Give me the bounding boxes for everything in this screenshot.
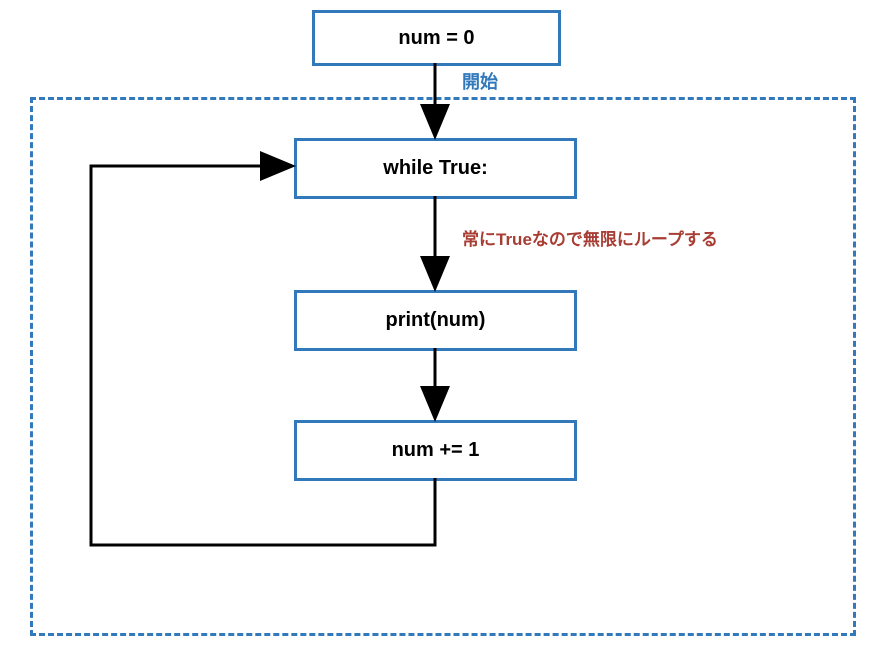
label-loop-note-text: 常にTrueなので無限にループする <box>462 230 718 249</box>
flowchart-diagram: num = 0 while True: print(num) num += 1 … <box>0 0 880 660</box>
label-loop-note: 常にTrueなので無限にループする <box>462 225 718 250</box>
node-init: num = 0 <box>312 10 561 66</box>
node-print-text: print(num) <box>386 309 486 332</box>
label-start-text: 開始 <box>462 72 498 92</box>
label-start: 開始 <box>462 68 498 94</box>
node-init-text: num = 0 <box>398 27 474 50</box>
node-increment: num += 1 <box>294 420 577 481</box>
node-while: while True: <box>294 138 577 199</box>
node-increment-text: num += 1 <box>392 439 480 462</box>
node-while-text: while True: <box>383 157 487 180</box>
node-print: print(num) <box>294 290 577 351</box>
